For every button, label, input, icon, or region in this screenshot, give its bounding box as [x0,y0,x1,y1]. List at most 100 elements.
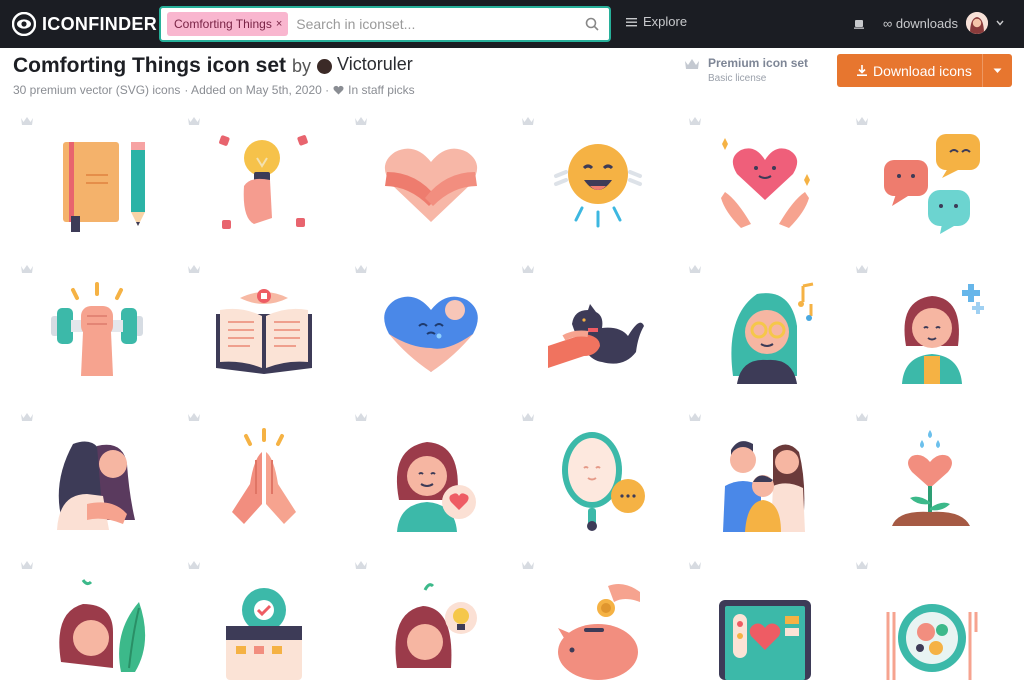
dumbbell-fist-icon [51,282,143,376]
growing-heart-plant-icon [892,430,970,526]
iconset-meta: 30 premium vector (SVG) icons · Added on… [13,83,415,97]
search-input[interactable] [296,8,575,40]
heart-hands-icon [721,138,810,228]
healthy-food-icon [886,604,978,680]
icon-tile[interactable] [849,554,1015,699]
notebook-pencil-icon [63,142,145,232]
chat-bubbles-icon [884,134,980,234]
menu-icon [626,17,637,26]
user-avatar[interactable] [966,12,988,34]
premium-crown-icon [689,117,701,125]
premium-crown-icon [21,117,33,125]
icon-tile[interactable] [14,110,180,255]
family-icon [723,441,805,532]
icon-tile[interactable] [181,110,347,255]
cup-icon[interactable] [853,16,867,30]
icon-tile[interactable] [515,406,681,551]
premium-crown-icon [355,413,367,421]
remove-chip-icon[interactable]: × [276,18,282,30]
premium-crown-icon [689,265,701,273]
icon-tile[interactable] [682,110,848,255]
icon-count: 30 premium vector (SVG) icons [13,83,181,97]
mirror-icon [562,432,645,531]
woman-leaf-icon [59,579,146,672]
premium-crown-icon [522,413,534,421]
download-options-toggle[interactable] [982,54,1012,87]
eye-logo-icon [12,12,36,36]
icon-tile[interactable] [348,554,514,699]
icon-tile[interactable] [849,258,1015,403]
music-girl-icon [731,282,814,384]
account-area: ∞ downloads [853,12,1004,34]
crown-icon [685,59,699,69]
explore-menu[interactable]: Explore [626,14,687,29]
explore-label: Explore [643,14,688,29]
calendar-check-icon [226,588,302,680]
added-date: · Added on May 5th, 2020 · [184,83,330,97]
search-button[interactable] [575,8,609,40]
icon-tile[interactable] [348,406,514,551]
author-link[interactable]: Victoruler [317,54,413,75]
premium-crown-icon [689,413,701,421]
premium-crown-icon [21,561,33,569]
premium-crown-icon [689,561,701,569]
icon-tile[interactable] [682,554,848,699]
premium-crown-icon [188,117,200,125]
praying-hands-icon [232,428,296,524]
premium-crown-icon [188,265,200,273]
search-filter-chip[interactable]: Comforting Things × [167,12,289,36]
premium-crown-icon [355,265,367,273]
downloads-link[interactable]: ∞ downloads [883,16,958,31]
icon-tile[interactable] [348,258,514,403]
iconfinder-logo[interactable]: ICONFINDER [12,10,157,38]
download-main[interactable]: Download icons [837,63,982,79]
iconset-title: Comforting Things icon set [13,54,286,77]
icon-tile[interactable] [682,258,848,403]
premium-crown-icon [21,265,33,273]
search-chip-label: Comforting Things [174,17,272,31]
staff-picks-link[interactable]: In staff picks [348,83,414,97]
hugging-couple-icon [57,441,135,530]
icon-tile[interactable] [14,554,180,699]
author-avatar [317,59,333,74]
piggy-bank-icon [558,584,640,680]
premium-crown-icon [522,265,534,273]
icon-tile[interactable] [181,406,347,551]
icon-tile[interactable] [14,406,180,551]
search-icon [585,17,599,31]
top-navbar: ICONFINDER Comforting Things × Explore ∞… [0,0,1024,48]
premium-crown-icon [355,561,367,569]
author-name: Victoruler [337,54,413,74]
icon-tile[interactable] [515,258,681,403]
premium-crown-icon [856,413,868,421]
icon-tile[interactable] [849,406,1015,551]
premium-crown-icon [522,117,534,125]
premium-crown-icon [856,561,868,569]
download-label: Download icons [873,62,972,79]
heart-icon [333,85,344,95]
premium-info: Premium icon set Basic license [684,56,808,84]
brand-name: ICONFINDER [42,13,157,34]
healthy-woman-icon [902,284,984,384]
premium-crown-icon [355,117,367,125]
caret-down-icon [993,68,1002,73]
icon-tile[interactable] [515,110,681,255]
icon-tile[interactable] [515,554,681,699]
premium-title: Premium icon set [708,56,809,70]
premium-crown-icon [21,413,33,421]
download-icons-button[interactable]: Download icons [837,54,1012,87]
icon-tile[interactable] [348,110,514,255]
woman-heart-bubble-icon [396,442,476,532]
open-book-icon [216,289,312,374]
search-bar[interactable]: Comforting Things × [159,6,611,42]
page-title: Comforting Things icon set by Victoruler [13,54,413,78]
icon-tile[interactable] [181,554,347,699]
icon-tile[interactable] [14,258,180,403]
icon-tile[interactable] [682,406,848,551]
petting-cat-icon [548,304,644,368]
lightbulb-hand-icon [219,135,308,229]
premium-crown-icon [856,265,868,273]
chevron-down-icon[interactable] [996,20,1004,26]
icon-tile[interactable] [181,258,347,403]
icon-tile[interactable] [849,110,1015,255]
